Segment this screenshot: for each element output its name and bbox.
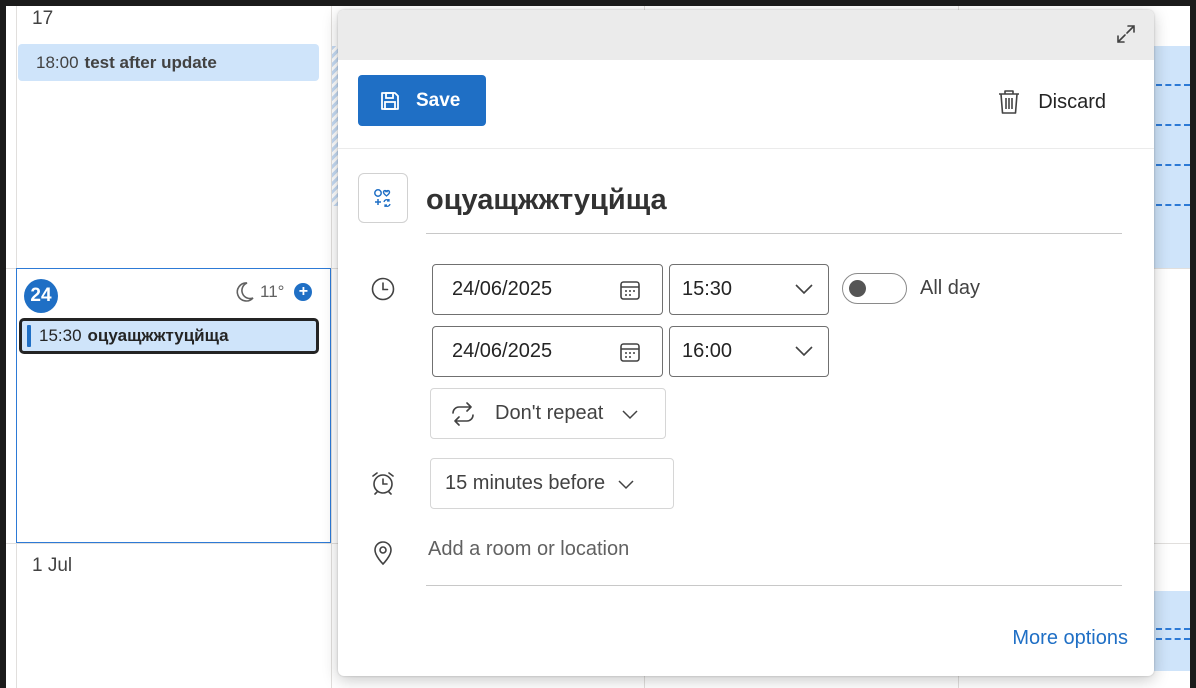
today-badge: 24 [24, 279, 58, 313]
start-date-picker[interactable]: 24/06/2025 [432, 264, 663, 315]
dashed-line [1156, 628, 1190, 630]
chevron-down-icon [622, 409, 638, 419]
end-time-value: 16:00 [682, 340, 733, 362]
save-label: Save [416, 89, 461, 111]
calendar-icon [620, 343, 640, 362]
expand-icon[interactable] [1114, 22, 1138, 46]
weather-temp: 11° [260, 282, 285, 301]
repeat-icon [452, 401, 474, 426]
chevron-down-icon [795, 346, 813, 357]
reminder-dropdown[interactable]: 15 minutes before [430, 458, 674, 509]
discard-label: Discard [1038, 90, 1106, 113]
end-time-dropdown[interactable]: 16:00 [669, 326, 829, 377]
day-number-1-jul: 1 Jul [32, 555, 73, 576]
start-date-value: 24/06/2025 [452, 278, 553, 300]
day-number-17: 17 [32, 8, 54, 29]
popup-header [338, 10, 1154, 60]
selected-calendar-event[interactable]: 15:30 оцуащжжтуцйща [19, 318, 319, 354]
moon-icon [236, 282, 254, 302]
day-cell-24[interactable] [16, 268, 331, 543]
location-pin-icon [374, 541, 392, 566]
clock-icon [371, 277, 395, 301]
dashed-line [1156, 124, 1190, 126]
all-day-toggle[interactable] [842, 273, 907, 304]
dashed-line [1156, 204, 1190, 206]
all-day-label: All day [920, 277, 981, 299]
weather-indicator: 11° + [232, 280, 313, 304]
start-time-value: 15:30 [682, 278, 733, 300]
start-time-dropdown[interactable]: 15:30 [669, 264, 829, 315]
more-options-link[interactable]: More options [1012, 627, 1128, 650]
reminder-value: 15 minutes before [445, 472, 606, 494]
save-button[interactable]: Save [358, 75, 486, 126]
chevron-down-icon [618, 479, 634, 489]
end-date-value: 24/06/2025 [452, 340, 553, 362]
event-quick-compose: Save Discard оцуащжжтуцйща 24/06/2025 15… [338, 10, 1154, 676]
dashed-line [1156, 638, 1190, 640]
category-icon [374, 189, 391, 207]
event-name: test after update [84, 52, 217, 72]
calendar-icon [620, 281, 640, 300]
event-time: 15:30 [39, 326, 82, 345]
event-block [1154, 591, 1190, 671]
calendar-event-17[interactable]: 18:00 test after update [18, 44, 319, 81]
event-time: 18:00 [36, 52, 79, 72]
alarm-clock-icon [372, 472, 394, 495]
save-icon [381, 91, 399, 110]
location-underline [426, 585, 1122, 586]
dashed-line [1156, 164, 1190, 166]
location-input[interactable]: Add a room or location [428, 538, 629, 561]
chevron-down-icon [795, 284, 813, 295]
end-date-picker[interactable]: 24/06/2025 [432, 326, 663, 377]
repeat-dropdown[interactable]: Don't repeat [430, 388, 666, 439]
event-name: оцуащжжтуцйща [87, 326, 229, 345]
discard-button[interactable]: Discard [996, 88, 1106, 116]
toggle-knob [849, 280, 866, 297]
event-title-input[interactable]: оцуащжжтуцйща [426, 184, 667, 217]
dashed-line [1156, 84, 1190, 86]
calendar-screen: 17 18:00 test after update 24 11° + 15:3… [6, 6, 1190, 688]
trash-icon [999, 90, 1020, 114]
event-block [1154, 46, 1190, 268]
title-underline [426, 233, 1122, 234]
category-button[interactable] [358, 173, 408, 223]
popup-toolbar: Save Discard [338, 60, 1154, 149]
repeat-value: Don't repeat [495, 402, 604, 424]
add-event-icon[interactable]: + [294, 283, 313, 301]
